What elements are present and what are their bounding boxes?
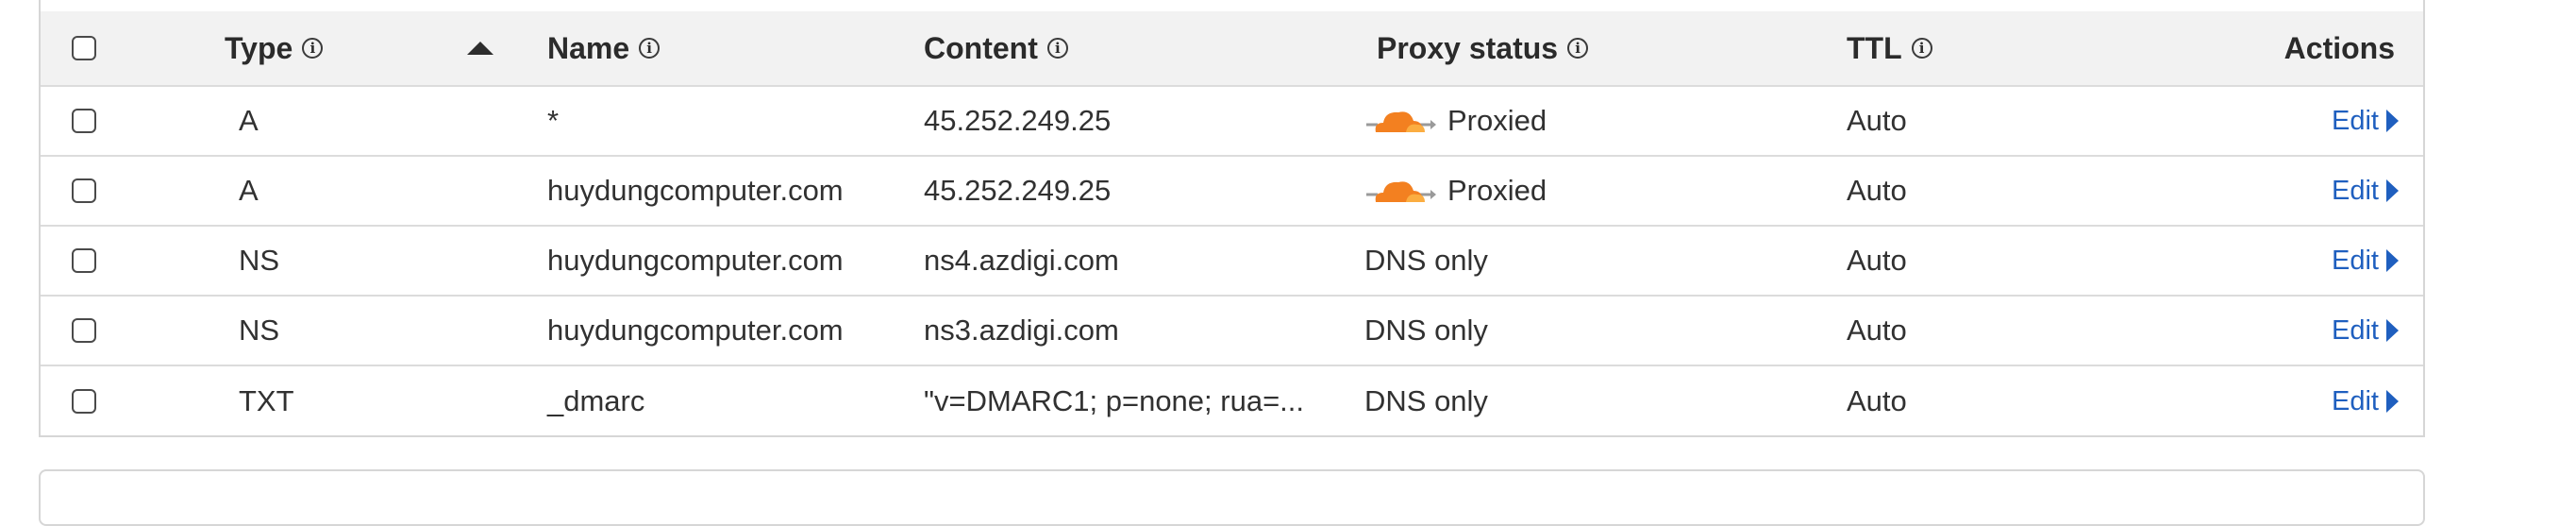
edit-action[interactable]: Edit — [2332, 157, 2399, 225]
record-content: ns3.azdigi.com — [924, 314, 1119, 347]
edit-action[interactable]: Edit — [2332, 297, 2399, 365]
table-row[interactable]: A huydungcomputer.com 45.252.249.25 Prox… — [41, 157, 2423, 227]
record-ttl: Auto — [1847, 314, 1907, 347]
edit-link[interactable]: Edit — [2332, 106, 2379, 137]
record-name: _dmarc — [547, 384, 645, 417]
proxy-status-label: Proxied — [1447, 104, 1547, 137]
row-select-cell — [72, 157, 96, 225]
caret-right-icon[interactable] — [2386, 319, 2399, 342]
column-header-ttl[interactable]: TTL i — [1847, 11, 1932, 85]
record-content: 45.252.249.25 — [924, 104, 1112, 137]
column-header-name[interactable]: Name i — [547, 11, 661, 85]
dns-records-table: Type i Name i Content i Proxy status i T… — [39, 0, 2425, 437]
proxy-status-label: Proxied — [1447, 174, 1547, 207]
record-type: NS — [239, 314, 280, 347]
row-select-cell — [72, 87, 96, 155]
edit-action[interactable]: Edit — [2332, 366, 2399, 436]
record-content: "v=DMARC1; p=none; rua=... — [924, 384, 1305, 417]
record-content: 45.252.249.25 — [924, 174, 1112, 207]
sort-cell — [467, 11, 493, 85]
row-checkbox[interactable] — [72, 178, 96, 203]
proxy-status[interactable]: Proxied — [1364, 157, 1547, 225]
column-header-type[interactable]: Type i — [225, 11, 324, 85]
caret-right-icon[interactable] — [2386, 110, 2399, 132]
column-header-actions: Actions — [2284, 11, 2395, 85]
record-type: NS — [239, 244, 280, 277]
proxy-status-label: DNS only — [1364, 384, 1488, 417]
table-row[interactable]: NS huydungcomputer.com ns4.azdigi.com DN… — [41, 227, 2423, 297]
column-header-proxy-status[interactable]: Proxy status i — [1377, 11, 1589, 85]
record-name: huydungcomputer.com — [547, 244, 844, 277]
proxy-status-label: DNS only — [1364, 314, 1488, 347]
record-type: A — [239, 174, 259, 207]
edit-link[interactable]: Edit — [2332, 176, 2379, 207]
record-name: huydungcomputer.com — [547, 314, 844, 347]
proxy-status[interactable]: DNS only — [1364, 297, 1488, 365]
row-select-cell — [72, 297, 96, 365]
column-header-type-label: Type — [225, 30, 293, 65]
cloudflare-proxied-cloud-icon — [1366, 181, 1436, 202]
cloudflare-proxied-cloud-icon — [1366, 111, 1436, 132]
row-checkbox[interactable] — [72, 318, 96, 343]
column-header-name-label: Name — [547, 30, 630, 65]
table-row[interactable]: TXT _dmarc "v=DMARC1; p=none; rua=... DN… — [41, 366, 2423, 436]
row-select-cell — [72, 227, 96, 295]
record-ttl: Auto — [1847, 384, 1907, 417]
column-header-content[interactable]: Content i — [924, 11, 1068, 85]
column-header-actions-label: Actions — [2283, 30, 2395, 65]
caret-right-icon[interactable] — [2386, 249, 2399, 272]
column-header-content-label: Content — [924, 30, 1038, 65]
info-icon[interactable]: i — [1911, 38, 1932, 59]
edit-link[interactable]: Edit — [2332, 246, 2379, 277]
next-section-card — [39, 469, 2425, 526]
column-header-ttl-label: TTL — [1847, 30, 1902, 65]
record-name: huydungcomputer.com — [547, 174, 844, 207]
edit-action[interactable]: Edit — [2332, 87, 2399, 155]
record-ttl: Auto — [1847, 174, 1907, 207]
record-type: A — [239, 104, 259, 137]
table-row[interactable]: NS huydungcomputer.com ns3.azdigi.com DN… — [41, 297, 2423, 366]
record-ttl: Auto — [1847, 104, 1907, 137]
select-all-checkbox[interactable] — [72, 36, 96, 60]
table-row[interactable]: A * 45.252.249.25 Proxied Auto Edit — [41, 87, 2423, 157]
info-icon[interactable]: i — [1567, 38, 1589, 59]
row-select-cell — [72, 366, 96, 436]
record-content: ns4.azdigi.com — [924, 244, 1119, 277]
row-checkbox[interactable] — [72, 248, 96, 273]
edit-link[interactable]: Edit — [2332, 386, 2379, 417]
column-header-proxy-status-label: Proxy status — [1377, 30, 1559, 65]
caret-right-icon[interactable] — [2386, 390, 2399, 413]
info-icon[interactable]: i — [1046, 38, 1068, 59]
edit-link[interactable]: Edit — [2332, 315, 2379, 347]
row-checkbox[interactable] — [72, 389, 96, 414]
proxy-status-label: DNS only — [1364, 244, 1488, 277]
proxy-status[interactable]: DNS only — [1364, 366, 1488, 436]
info-icon[interactable]: i — [639, 38, 661, 59]
select-all-cell — [72, 11, 96, 85]
sort-ascending-icon[interactable] — [467, 42, 493, 55]
record-name: * — [547, 104, 560, 137]
edit-action[interactable]: Edit — [2332, 227, 2399, 295]
record-type: TXT — [239, 384, 294, 417]
record-ttl: Auto — [1847, 244, 1907, 277]
info-icon[interactable]: i — [302, 38, 324, 59]
table-header: Type i Name i Content i Proxy status i T… — [41, 11, 2423, 87]
proxy-status[interactable]: DNS only — [1364, 227, 1488, 295]
caret-right-icon[interactable] — [2386, 179, 2399, 202]
row-checkbox[interactable] — [72, 109, 96, 133]
proxy-status[interactable]: Proxied — [1364, 87, 1547, 155]
